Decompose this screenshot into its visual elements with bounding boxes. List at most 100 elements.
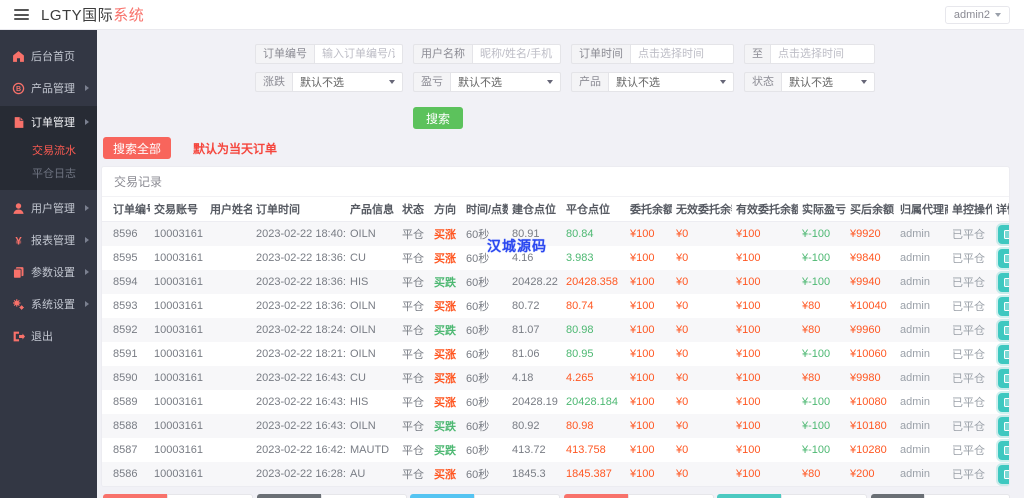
cell-product: OILN	[346, 221, 398, 246]
cell-open: 80.91	[508, 221, 562, 246]
profit-select[interactable]: 默认不选	[450, 72, 561, 92]
cell-status: 平仓	[398, 462, 430, 486]
cell-valid: ¥100	[732, 270, 798, 294]
sidebar-subitem-close-log[interactable]: 平仓日志	[0, 161, 97, 184]
cell-account: 10003161	[150, 462, 206, 486]
cell-after: ¥10180	[846, 414, 896, 438]
cell-product: CU	[346, 366, 398, 390]
filter-status-label: 状态	[744, 72, 781, 92]
cell-name	[206, 318, 252, 342]
user-menu[interactable]: admin2	[944, 5, 1010, 24]
status-select[interactable]: 默认不选	[781, 72, 875, 92]
order-no-input[interactable]	[314, 44, 403, 64]
detail-button[interactable]	[997, 416, 1009, 436]
cell-entrust: ¥100	[626, 462, 672, 486]
column-header-invalid: 无效委托余额	[672, 197, 732, 222]
cell-detail	[992, 390, 1009, 414]
cell-entrust: ¥100	[630, 396, 655, 408]
sidebar-item-home[interactable]: 后台首页	[0, 40, 97, 72]
sidebar-item-label: 退出	[31, 331, 53, 343]
sidebar-item-logout[interactable]: 退出	[0, 320, 97, 352]
table-row: 8593 10003161 2023-02-22 18:36:01 OILN 平仓买涨 6…	[102, 294, 1009, 318]
filter-order-time-label: 订单时间	[571, 44, 630, 64]
summary-fee-label: 手续费	[870, 494, 924, 498]
cell-dir: 买跌	[434, 445, 456, 457]
detail-button[interactable]	[997, 320, 1009, 340]
cell-ctrl: 已平仓	[952, 397, 985, 409]
cell-status: 平仓	[398, 270, 430, 294]
detail-button[interactable]	[997, 248, 1009, 268]
user-name-input[interactable]	[472, 44, 561, 64]
detail-button[interactable]	[997, 224, 1009, 244]
cell-time: 2023-02-22 16:43:24	[252, 414, 346, 438]
sidebar-item-params[interactable]: 参数设置	[0, 256, 97, 288]
cell-dur: 60秒	[462, 462, 508, 486]
detail-button[interactable]	[997, 440, 1009, 460]
sidebar-item-users[interactable]: 用户管理	[0, 192, 97, 224]
chevron-down-icon	[389, 80, 395, 84]
table-row: 859210003161 2023-02-22 18:24:10OILN平仓买跌6…	[102, 318, 1009, 342]
updown-select[interactable]: 默认不选	[292, 72, 403, 92]
column-header-entrust: 委托余额	[626, 197, 672, 222]
cell-invalid: ¥0	[672, 270, 732, 294]
cell-after: ¥10060	[850, 348, 887, 360]
cell-product: CU	[350, 252, 366, 264]
cell-after: ¥10280	[850, 444, 887, 456]
cell-entrust: ¥100	[626, 414, 672, 438]
cell-time: 2023-02-22 18:36:19	[256, 252, 346, 264]
product-select[interactable]: 默认不选	[608, 72, 734, 92]
cell-time: 2023-02-22 16:42:49	[256, 444, 346, 456]
cell-after: ¥9840	[850, 252, 881, 264]
cell-ctrl: 已平仓	[948, 221, 992, 246]
sidebar: 后台首页 B 产品管理 订单管理 交易流水 平仓日志用户管理 ¥ 报表管理 参数设置 系统设置退出	[0, 30, 97, 498]
sidebar-item-system[interactable]: 系统设置	[0, 288, 97, 320]
filter-product-label: 产品	[571, 72, 608, 92]
summary-entrust-amount: 委托金额¥1100	[410, 494, 561, 498]
cell-valid: ¥100	[732, 318, 798, 342]
order-time-start-input[interactable]	[630, 44, 734, 64]
filter-product: 产品 默认不选	[571, 72, 734, 92]
sidebar-subitem-trade-flow[interactable]: 交易流水	[0, 138, 97, 161]
table-row: 858610003161 2023-02-22 16:28:48AU平仓买涨60秒…	[102, 462, 1009, 486]
cell-dur: 60秒	[466, 301, 490, 313]
cell-open: 1845.3	[508, 462, 562, 486]
filter-bar: 订单编号 用户名称 订单时间 至 涨跌	[255, 44, 1024, 129]
cell-id: 8586	[102, 462, 150, 486]
column-header-open: 建仓点位	[508, 197, 562, 222]
menu-toggle-icon[interactable]	[14, 9, 29, 20]
column-header-account: 交易账号	[150, 197, 206, 222]
cell-account: 10003161	[154, 252, 203, 264]
cell-dir: 买跌	[430, 318, 462, 342]
cell-open: 80.92	[508, 414, 562, 438]
logout-icon	[12, 330, 25, 343]
detail-icon	[1003, 277, 1009, 287]
cell-close: 80.98	[562, 318, 626, 342]
cell-after: ¥9960	[846, 318, 896, 342]
cell-profit: ¥80	[798, 462, 846, 486]
order-time-end-input[interactable]	[770, 44, 875, 64]
cell-detail	[992, 366, 1009, 390]
trade-records-panel: 交易记录 订单编号交易账号用户姓名订单时间产品信息状态方向时间/点数建仓点位平仓…	[101, 166, 1010, 487]
cell-dir: 买涨	[430, 366, 462, 390]
sidebar-item-reports[interactable]: ¥ 报表管理	[0, 224, 97, 256]
detail-button[interactable]	[997, 368, 1009, 388]
cell-dir: 买涨	[430, 462, 462, 486]
system-icon	[12, 298, 25, 311]
sidebar-item-orders[interactable]: 订单管理	[0, 106, 97, 138]
filter-time-to-label: 至	[744, 44, 770, 64]
summary-entrust-amount-value: ¥1100	[474, 494, 561, 498]
cell-entrust: ¥100	[626, 318, 672, 342]
cell-entrust: ¥100	[630, 252, 655, 264]
detail-button[interactable]	[997, 392, 1009, 412]
summary-fee-value: ¥0	[923, 494, 1010, 498]
detail-button[interactable]	[997, 464, 1009, 484]
sidebar-item-products[interactable]: B 产品管理	[0, 72, 97, 104]
cell-status: 平仓	[398, 414, 430, 438]
search-all-row: 搜索全部 默认为当天订单	[103, 137, 1024, 159]
search-button[interactable]: 搜索	[413, 107, 464, 129]
search-all-button[interactable]: 搜索全部	[103, 137, 172, 159]
detail-button[interactable]	[997, 296, 1009, 316]
detail-button[interactable]	[997, 272, 1009, 292]
detail-button[interactable]	[997, 344, 1009, 364]
cell-ctrl: 已平仓	[948, 462, 992, 486]
